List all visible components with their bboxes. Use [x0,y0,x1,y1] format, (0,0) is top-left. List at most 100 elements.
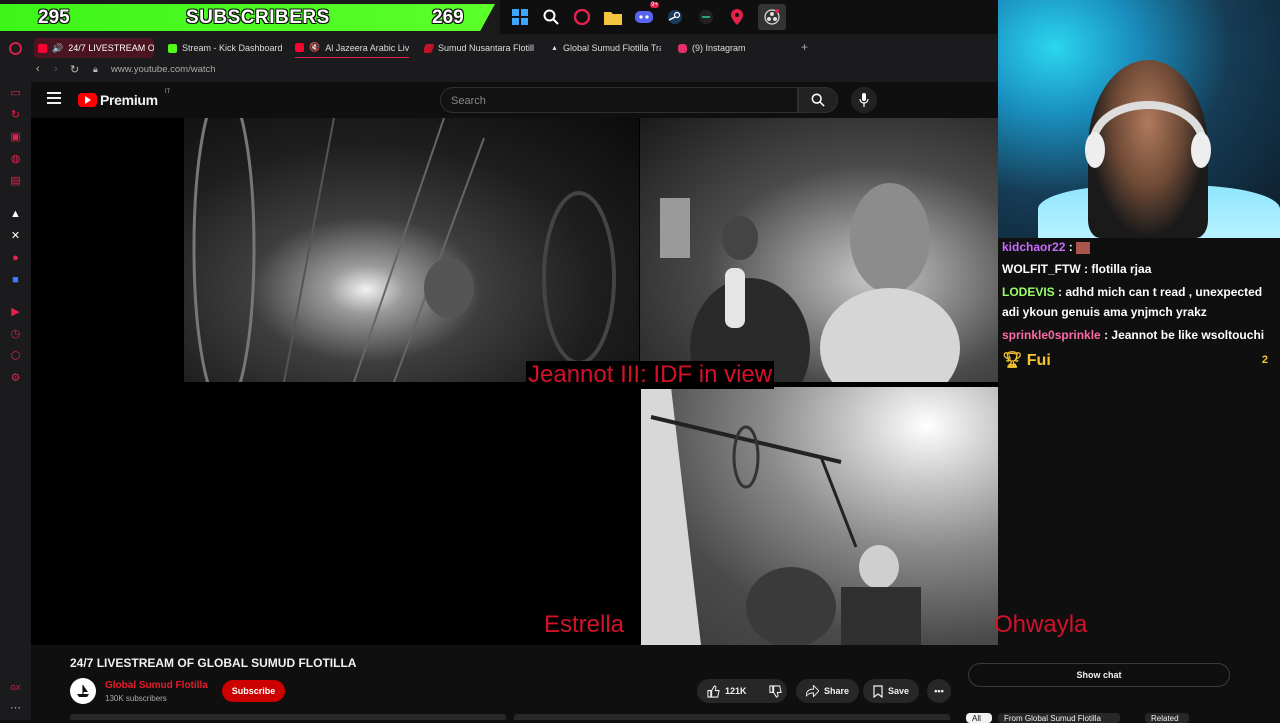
forward-icon[interactable]: › [54,63,58,75]
channel-name[interactable]: Global Sumud Flotilla [105,680,208,691]
player-icon[interactable]: ▶ [9,306,22,319]
history-icon[interactable]: ↻ [9,109,22,122]
discord-icon[interactable]: 9+ [634,2,659,27]
gaming-icon[interactable]: ▭ [9,87,22,100]
chat-highlight: 🏆︎ Fui [1002,350,1051,370]
search-button[interactable] [798,87,838,113]
like-dislike-group: 121K [697,679,787,703]
instagram-tab-icon [678,43,687,53]
new-tab-icon[interactable]: + [801,40,808,54]
voice-search-button[interactable] [851,87,877,113]
bitwarden-icon[interactable]: ■ [9,274,22,287]
opera-menu-icon[interactable] [9,42,22,55]
camera-feed-crew [640,118,998,382]
crew-silhouettes [660,183,960,382]
camera-feed-ohwayla [641,387,998,645]
x-icon[interactable]: ✕ [9,230,22,243]
subscriber-count-right: 269 [432,7,464,28]
youtube-play-icon [78,93,97,107]
search-icon[interactable] [541,7,561,27]
share-label: Share [824,686,850,696]
dislike-button[interactable] [768,684,782,698]
highlight-count: 2 [1261,354,1268,366]
youtube-header: Premium IT Search [31,82,998,118]
description-box[interactable] [70,714,506,720]
news-icon[interactable]: ▤ [9,175,22,188]
chat-separator: : [1068,240,1077,254]
tab-label: Al Jazeera Arabic Live [325,42,409,53]
tab-label: Global Sumud Flotilla Tra [562,43,661,53]
tab-label: (9) Instagram [692,43,746,53]
video-player[interactable]: Jeannot III: IDF in view Estrella Ohwayl… [31,118,1087,645]
kick-icon[interactable]: ▲ [9,208,22,221]
save-label: Save [888,686,910,696]
chat-text: flotilla rjaa [1091,262,1152,276]
reload-icon[interactable]: ↻ [70,63,79,76]
settings-icon[interactable]: ⚙ [9,372,22,385]
tab-sumud-nusantara[interactable]: Sumud Nusantara Flotilla [424,38,534,58]
show-chat-button[interactable]: Show chat [968,663,1230,687]
chat-message-continuation: adi ykoun genuis ama ynjmch yrakz [1002,305,1207,320]
tab-global-sumud[interactable]: ▲ Global Sumud Flotilla Tra [551,38,661,58]
tab-label: 24/7 LIVESTREAM OF [68,43,154,53]
subscriber-label: SUBSCRIBERS [186,7,330,28]
flotilla-tab-icon [424,43,435,53]
more-actions-button[interactable]: ••• [927,679,951,703]
chat-text: Jeannot be like wsoltouchi [1111,328,1265,342]
speaker-icon: 🔊 [52,42,64,53]
thumbs-down-icon [768,684,782,698]
share-icon [806,685,819,697]
more-dots-icon: ••• [934,686,944,696]
obs-icon[interactable] [758,4,786,30]
back-icon[interactable]: ‹ [36,63,40,75]
tab-instagram[interactable]: (9) Instagram [678,38,788,58]
muted-speaker-icon: 🔇 [309,42,321,52]
chip-related[interactable]: Related [1145,713,1189,723]
chip-all[interactable]: All [966,713,992,723]
windows-icon[interactable] [510,7,530,27]
subscribe-button[interactable]: Subscribe [222,680,285,702]
url-field[interactable]: www.youtube.com/watch [111,64,216,75]
emote-icon [1076,241,1091,254]
folder-icon[interactable] [603,7,623,27]
comments-preview[interactable] [514,714,950,720]
save-button[interactable]: Save [863,679,920,703]
triangle-tab-icon: ▲ [551,44,558,52]
chat-message: kidchaor22 : [1002,240,1091,255]
youtube-icon[interactable]: ● [9,252,22,265]
tab-aljazeera[interactable]: 🔇 Al Jazeera Arabic Live [295,38,409,58]
clock-icon[interactable]: ◷ [9,328,22,341]
extensions-icon[interactable]: ⬡ [9,350,22,363]
steam-icon[interactable] [665,7,685,27]
subscriber-overlay: 295 SUBSCRIBERS 269 [0,0,500,34]
opera-icon[interactable] [572,7,592,27]
region-code: IT [164,89,171,95]
brand-label: Premium [100,92,158,108]
cabin-interior [641,387,921,645]
tab-label: Sumud Nusantara Flotilla [438,43,534,53]
gx-icon[interactable]: GX [9,682,22,695]
twitch-icon[interactable]: ▣ [9,131,22,144]
more-icon[interactable]: ⋯ [9,702,22,715]
channel-avatar[interactable] [70,678,96,704]
messenger-icon[interactable]: ◍ [9,153,22,166]
chat-text: adhd mich can t read , unexpected [1065,285,1263,299]
video-title: 24/7 LIVESTREAM OF GLOBAL SUMUD FLOTILLA [70,656,357,670]
youtube-logo[interactable]: Premium IT [78,89,170,108]
share-button[interactable]: Share [796,679,860,703]
hamburger-menu-icon[interactable] [47,92,61,107]
search-icon [811,93,825,107]
tab-livestream[interactable]: 🔊 24/7 LIVESTREAM OF [34,38,154,58]
chat-username: WOLFIT_FTW [1002,262,1081,276]
bookmark-icon [873,684,883,698]
like-button[interactable]: 121K [707,684,747,698]
maps-icon[interactable] [727,7,747,27]
tab-kick[interactable]: Stream - Kick Dashboard [168,38,288,58]
lock-icon: 🔒︎ [93,64,98,74]
microphone-icon [859,93,869,107]
trophy-icon: 🏆︎ [1002,352,1023,369]
chip-from-channel[interactable]: From Global Sumud Flotilla [998,713,1120,723]
chat-username: sprinkle0sprinkle [1002,328,1101,342]
search-input[interactable]: Search [440,87,798,113]
terminal-icon[interactable] [696,7,716,27]
